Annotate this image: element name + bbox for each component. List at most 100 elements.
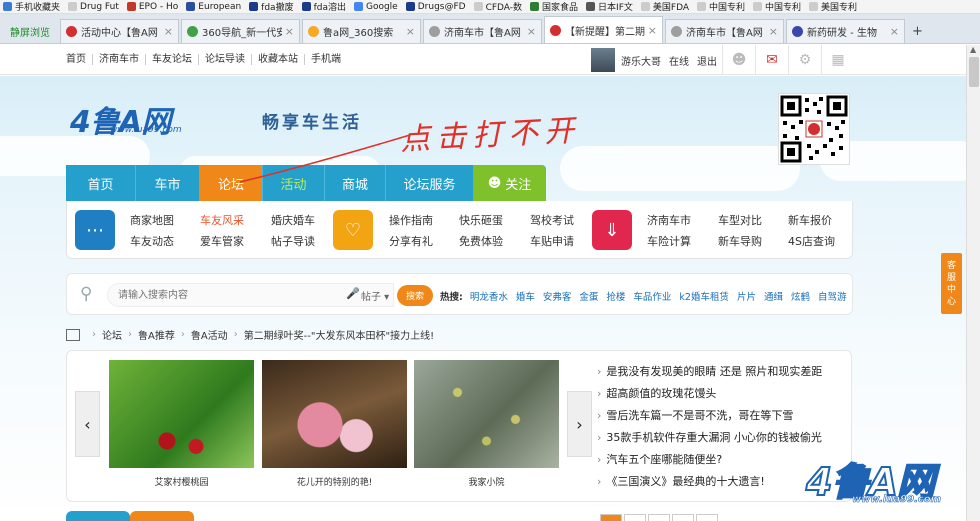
nav-forum-service[interactable]: 论坛服务 — [386, 165, 474, 201]
subnav-link[interactable]: 车友动态 — [130, 233, 174, 249]
prev-arrow-button[interactable]: ‹ — [75, 391, 100, 457]
mail-icon[interactable]: ✉ — [755, 45, 788, 75]
browser-home-button[interactable]: 静屏浏览 — [4, 19, 56, 43]
browser-tab[interactable]: 济南车市【鲁A网 × — [423, 19, 542, 43]
nav-follow[interactable]: ☻ 关注 — [474, 165, 546, 201]
browser-tab[interactable]: 新药研发 - 生物 × — [786, 19, 905, 43]
bookmark-item[interactable]: EPO - Ho — [124, 2, 183, 12]
breadcrumb-item[interactable]: 鲁A活动 — [191, 327, 228, 342]
nav-car-market[interactable]: 车市 — [136, 165, 200, 201]
subnav-link[interactable]: 新车导购 — [718, 233, 762, 249]
hot-search-term[interactable]: 炫鹤 — [791, 289, 810, 303]
bottom-tab[interactable] — [130, 511, 194, 521]
subnav-link[interactable]: 济南车市 — [647, 212, 691, 228]
hot-search-term[interactable]: 金蛋 — [579, 289, 598, 303]
page-scrollbar[interactable]: ▲ — [966, 45, 980, 521]
hot-search-term[interactable]: 安弗客 — [543, 289, 572, 303]
photo-courtyard[interactable] — [414, 360, 559, 468]
photo-caption[interactable]: 艾家村樱桃园 — [109, 475, 254, 488]
scroll-up-arrow[interactable]: ▲ — [970, 45, 976, 54]
grid-icon[interactable]: ▦ — [821, 45, 854, 75]
tab-close-icon[interactable]: × — [164, 25, 173, 38]
news-item[interactable]: 超高颜值的玫瑰花馒头 — [597, 383, 847, 405]
subnav-link[interactable]: 帖子导读 — [271, 233, 315, 249]
browser-tab[interactable]: 360导航_新一代安 × — [181, 19, 300, 43]
tab-close-icon[interactable]: × — [285, 25, 294, 38]
username[interactable]: 游乐大哥 — [621, 53, 661, 68]
subnav-link[interactable]: 婚庆婚车 — [271, 212, 315, 228]
browser-tab[interactable]: 鲁a网_360搜索 × — [302, 19, 421, 43]
bottom-tab[interactable] — [66, 511, 130, 521]
subnav-link[interactable]: 商家地图 — [130, 212, 174, 228]
search-icon[interactable]: ⚲ — [80, 284, 92, 304]
news-item[interactable]: 是我没有发现美的眼睛 还是 照片和现实差距 — [597, 361, 847, 383]
hot-search-term[interactable]: 自驾游 — [818, 289, 847, 303]
tab-close-icon[interactable]: × — [769, 25, 778, 38]
hot-search-term[interactable]: 片片 — [737, 289, 756, 303]
photo-flowers[interactable] — [262, 360, 407, 468]
pager-item[interactable] — [624, 514, 646, 521]
top-link-jinan-car[interactable]: 济南车市 — [93, 54, 146, 65]
bookmark-item[interactable]: 美国FDA — [638, 0, 694, 13]
scrollbar-thumb[interactable] — [969, 57, 979, 87]
user-icon[interactable]: ☻ — [722, 45, 755, 75]
news-item[interactable]: 雪后洗车篇一不是哥不洗，哥在等下雪 — [597, 405, 847, 427]
top-link-guide[interactable]: 论坛导读 — [199, 54, 252, 65]
bookmark-item[interactable]: 中国专利 — [750, 0, 806, 13]
hot-search-term[interactable]: 婚车 — [516, 289, 535, 303]
bookmark-item[interactable]: European — [183, 2, 246, 12]
browser-tab[interactable]: 济南车市【鲁A网 × — [665, 19, 784, 43]
bookmark-item[interactable]: Drugs@FD — [403, 2, 471, 12]
hot-search-term[interactable]: k2婚车租赁 — [679, 289, 729, 303]
hot-search-term[interactable]: 车品作业 — [633, 289, 671, 303]
search-type-select[interactable]: 帖子 ▾ — [361, 288, 389, 303]
subnav-link[interactable]: 车贴申请 — [530, 233, 574, 249]
bookmark-item[interactable]: 手机收藏夹 — [0, 0, 65, 13]
pager-item[interactable] — [648, 514, 670, 521]
bookmark-item[interactable]: 日本IF文 — [583, 0, 638, 13]
photo-caption[interactable]: 花儿开的特别的艳! — [262, 475, 407, 488]
bookmark-item[interactable]: 中国专利 — [694, 0, 750, 13]
photo-cherry-orchard[interactable] — [109, 360, 254, 468]
tab-close-icon[interactable]: × — [890, 25, 899, 38]
top-link-bookmark[interactable]: 收藏本站 — [252, 54, 305, 65]
bookmark-item[interactable]: 美国专利 — [806, 0, 862, 13]
nav-activity[interactable]: 活动 — [263, 165, 325, 201]
tab-close-icon[interactable]: × — [406, 25, 415, 38]
hot-search-term[interactable]: 通缉 — [764, 289, 783, 303]
bookmark-item[interactable]: Google — [351, 2, 403, 12]
hot-search-term[interactable]: 明龙香水 — [470, 289, 508, 303]
search-button[interactable]: 搜索 — [397, 285, 433, 306]
gear-icon[interactable]: ⚙ — [788, 45, 821, 75]
pager-item[interactable] — [672, 514, 694, 521]
nav-mall[interactable]: 商城 — [325, 165, 386, 201]
microphone-icon[interactable]: 🎤 — [346, 287, 360, 300]
bookmark-item[interactable]: 国家食品 — [527, 0, 583, 13]
subnav-link[interactable]: 快乐砸蛋 — [459, 212, 503, 228]
subnav-link[interactable]: 4S店查询 — [788, 233, 835, 249]
bookmark-item[interactable]: CFDA-数 — [471, 0, 527, 13]
news-item[interactable]: 35款手机软件存重大漏洞 小心你的钱被偷光 — [597, 427, 847, 449]
subnav-link[interactable]: 车友风采 — [200, 212, 244, 228]
new-tab-button[interactable]: + — [907, 19, 928, 43]
bookmark-item[interactable]: Drug Fut — [65, 2, 124, 12]
home-icon[interactable] — [66, 328, 80, 341]
breadcrumb-item[interactable]: 第二期绿叶奖--"大发东风本田杯"接力上线! — [244, 327, 434, 342]
photo-caption[interactable]: 我家小院 — [414, 475, 559, 488]
nav-home[interactable]: 首页 — [66, 165, 136, 201]
subnav-link[interactable]: 驾校考试 — [530, 212, 574, 228]
tab-close-icon[interactable]: × — [527, 25, 536, 38]
breadcrumb-item[interactable]: 论坛 — [102, 327, 122, 342]
nav-forum[interactable]: 论坛 — [200, 165, 263, 201]
browser-tab[interactable]: 【新提醒】第二期 × — [544, 16, 663, 43]
bookmark-item[interactable]: fda撤废 — [246, 0, 298, 13]
breadcrumb-item[interactable]: 鲁A推荐 — [138, 327, 175, 342]
subnav-link[interactable]: 车型对比 — [718, 212, 762, 228]
online-status[interactable]: 在线 — [669, 53, 689, 68]
subnav-link[interactable]: 车险计算 — [647, 233, 691, 249]
bookmark-item[interactable]: fda溶出 — [299, 0, 351, 13]
subnav-link[interactable]: 新车报价 — [788, 212, 832, 228]
subnav-link[interactable]: 分享有礼 — [389, 233, 433, 249]
subnav-link[interactable]: 操作指南 — [389, 212, 433, 228]
customer-service-tab[interactable]: 客 服 中 心 — [941, 253, 962, 314]
